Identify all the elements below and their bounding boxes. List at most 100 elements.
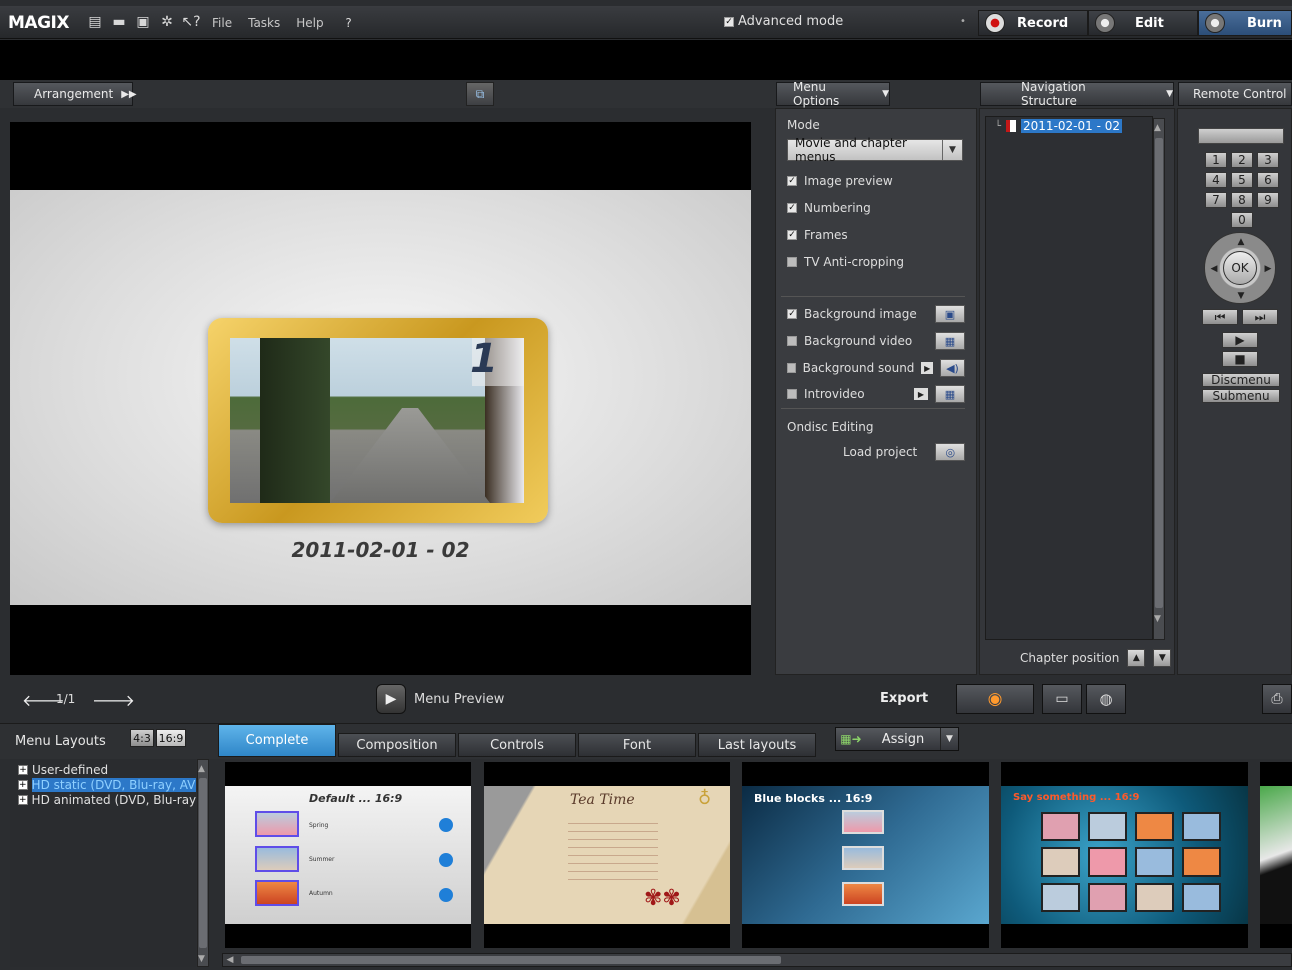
tab-font[interactable]: Font <box>578 733 696 757</box>
chevron-down-icon[interactable]: ▼ <box>940 728 958 750</box>
frames-checkbox[interactable]: ✓ <box>787 229 797 240</box>
tree-item-hd-animated[interactable]: + HD animated (DVD, Blu-ray, AV <box>18 792 196 807</box>
aspect-4-3-button[interactable]: 4:3 <box>130 729 154 747</box>
context-help-icon[interactable]: ↖? <box>181 13 200 31</box>
mode-select[interactable]: Movie and chapter menus ▼ <box>787 136 963 164</box>
menu-help[interactable]: Help <box>296 16 323 30</box>
image-preview-option[interactable]: ✓ Image preview <box>787 167 904 194</box>
background-sound-checkbox[interactable] <box>787 363 796 373</box>
layout-tree-scrollbar[interactable]: ▲ ▼ <box>197 759 209 967</box>
load-project-row[interactable]: Load project ◎ <box>843 443 966 461</box>
advanced-mode-checkbox[interactable]: ✓ <box>724 16 734 27</box>
expand-icon[interactable]: + <box>18 779 28 790</box>
dpad-up-icon[interactable]: ▲ <box>1233 235 1249 249</box>
open-folder-icon[interactable]: ▬ <box>110 13 128 31</box>
new-file-icon[interactable]: ▤ <box>86 13 104 31</box>
dpad-down-icon[interactable]: ▼ <box>1233 289 1249 303</box>
record-button[interactable]: Record <box>978 10 1088 36</box>
scroll-up-icon[interactable]: ▲ <box>198 762 205 776</box>
scroll-down-icon[interactable]: ▼ <box>1154 611 1161 627</box>
key-7[interactable]: 7 <box>1205 192 1227 208</box>
key-9[interactable]: 9 <box>1257 192 1279 208</box>
introvideo-checkbox[interactable] <box>787 389 797 399</box>
settings-icon[interactable]: ✲ <box>158 13 176 31</box>
advanced-mode-toggle[interactable]: ✓ Advanced mode <box>724 14 843 29</box>
remote-control-header[interactable]: Remote Control ▼ <box>1178 82 1292 106</box>
key-8[interactable]: 8 <box>1231 192 1253 208</box>
tv-anti-cropping-checkbox[interactable] <box>787 256 797 267</box>
monitor-icon[interactable]: ▭ <box>1042 684 1082 714</box>
edit-button[interactable]: Edit <box>1088 10 1198 36</box>
background-video-option[interactable]: Background video ▦ <box>787 330 965 352</box>
printer-icon[interactable]: ⎙ <box>1262 684 1292 714</box>
key-6[interactable]: 6 <box>1257 172 1279 188</box>
next-page-icon[interactable]: 🡒 <box>92 690 135 710</box>
burn-button[interactable]: Burn <box>1198 10 1292 36</box>
layout-thumb-tea-time[interactable]: Tea Time ✾✾ ♁ <box>484 762 730 948</box>
expand-icon[interactable]: + <box>18 764 28 775</box>
tab-complete[interactable]: Complete <box>218 724 336 757</box>
key-2[interactable]: 2 <box>1231 152 1253 168</box>
dpad-right-icon[interactable]: ▶ <box>1261 261 1275 277</box>
scroll-down-icon[interactable]: ▼ <box>198 952 205 966</box>
dpad-left-icon[interactable]: ◀ <box>1207 261 1221 277</box>
tree-item-user-defined[interactable]: + User-defined <box>18 762 196 777</box>
tree-item-hd-static[interactable]: + HD static (DVD, Blu-ray, AVC HD) <box>18 777 196 792</box>
chapter-thumbnail[interactable]: 1 <box>230 338 524 503</box>
background-sound-option[interactable]: Background sound ▶ ◀) <box>787 357 966 379</box>
scroll-up-icon[interactable]: ▲ <box>1154 120 1161 136</box>
frames-option[interactable]: ✓ Frames <box>787 221 904 248</box>
menu-preview-button[interactable]: ▶ Menu Preview <box>376 684 504 714</box>
chapter-title[interactable]: 2011-02-01 - 02 <box>10 538 751 562</box>
play-small-icon[interactable]: ▶ <box>914 388 928 400</box>
sound-folder-icon[interactable]: ◀) <box>939 359 966 377</box>
numbering-checkbox[interactable]: ✓ <box>787 202 797 213</box>
menu-file[interactable]: File <box>212 16 232 30</box>
tv-anti-cropping-option[interactable]: TV Anti-cropping <box>787 248 904 275</box>
navigation-tree-item[interactable]: └ 2011-02-01 - 02 <box>995 119 1122 133</box>
play-icon[interactable]: ▶ <box>1222 332 1258 348</box>
burn-disc-icon[interactable]: ◉ <box>956 684 1034 714</box>
film-strip-icon[interactable]: ▦ <box>935 332 965 350</box>
tab-controls[interactable]: Controls <box>458 733 576 757</box>
layout-thumb-partial[interactable] <box>1260 762 1292 948</box>
background-video-checkbox[interactable] <box>787 336 797 346</box>
tab-last-layouts[interactable]: Last layouts <box>698 733 816 757</box>
submenu-button[interactable]: Submenu <box>1202 389 1280 403</box>
key-1[interactable]: 1 <box>1205 152 1227 168</box>
layouts-horizontal-scrollbar[interactable]: ◀ <box>222 953 1292 967</box>
aspect-16-9-button[interactable]: 16:9 <box>156 729 186 747</box>
layout-thumb-default[interactable]: Default ... 16:9 Spring Summer Autumn <box>225 762 471 948</box>
image-icon[interactable]: ▣ <box>935 305 965 323</box>
key-4[interactable]: 4 <box>1205 172 1227 188</box>
ok-button[interactable]: OK <box>1223 251 1257 285</box>
discmenu-button[interactable]: Discmenu <box>1202 373 1280 387</box>
scroll-thumb[interactable] <box>199 778 207 948</box>
screen-link-icon[interactable]: ⧉ <box>466 82 494 106</box>
info-icon[interactable]: ? <box>340 14 358 32</box>
move-down-icon[interactable]: ▼ <box>1153 649 1172 667</box>
chevron-down-icon[interactable]: ▼ <box>942 140 962 160</box>
assign-button[interactable]: ▦➜ Assign ▼ <box>835 727 959 751</box>
scroll-thumb[interactable] <box>1155 138 1163 608</box>
menu-tasks[interactable]: Tasks <box>248 16 280 30</box>
key-5[interactable]: 5 <box>1231 172 1253 188</box>
key-0[interactable]: 0 <box>1231 212 1253 228</box>
expand-icon[interactable]: + <box>18 794 28 805</box>
stop-icon[interactable]: ■ <box>1222 351 1258 367</box>
numbering-option[interactable]: ✓ Numbering <box>787 194 904 221</box>
background-image-checkbox[interactable]: ✓ <box>787 309 797 319</box>
layout-thumb-say-something[interactable]: Say something ... 16:9 <box>1001 762 1248 948</box>
scroll-thumb[interactable] <box>241 956 781 964</box>
video-folder-icon[interactable]: ▦ <box>935 385 965 403</box>
scroll-left-icon[interactable]: ◀ <box>223 955 237 965</box>
disc-icon[interactable]: ◎ <box>935 443 966 461</box>
web-icon[interactable]: ◍ <box>1086 684 1126 714</box>
move-up-icon[interactable]: ▲ <box>1127 649 1146 667</box>
introvideo-option[interactable]: Introvideo ▶ ▦ <box>787 383 965 405</box>
background-image-option[interactable]: ✓ Background image ▣ <box>787 303 965 325</box>
navigation-scrollbar[interactable]: ▲ ▼ <box>1153 118 1165 640</box>
navigation-structure-header[interactable]: Navigation Structure ▼ <box>980 80 1174 108</box>
menu-options-header[interactable]: Menu Options ▼ <box>776 80 890 108</box>
key-3[interactable]: 3 <box>1257 152 1279 168</box>
